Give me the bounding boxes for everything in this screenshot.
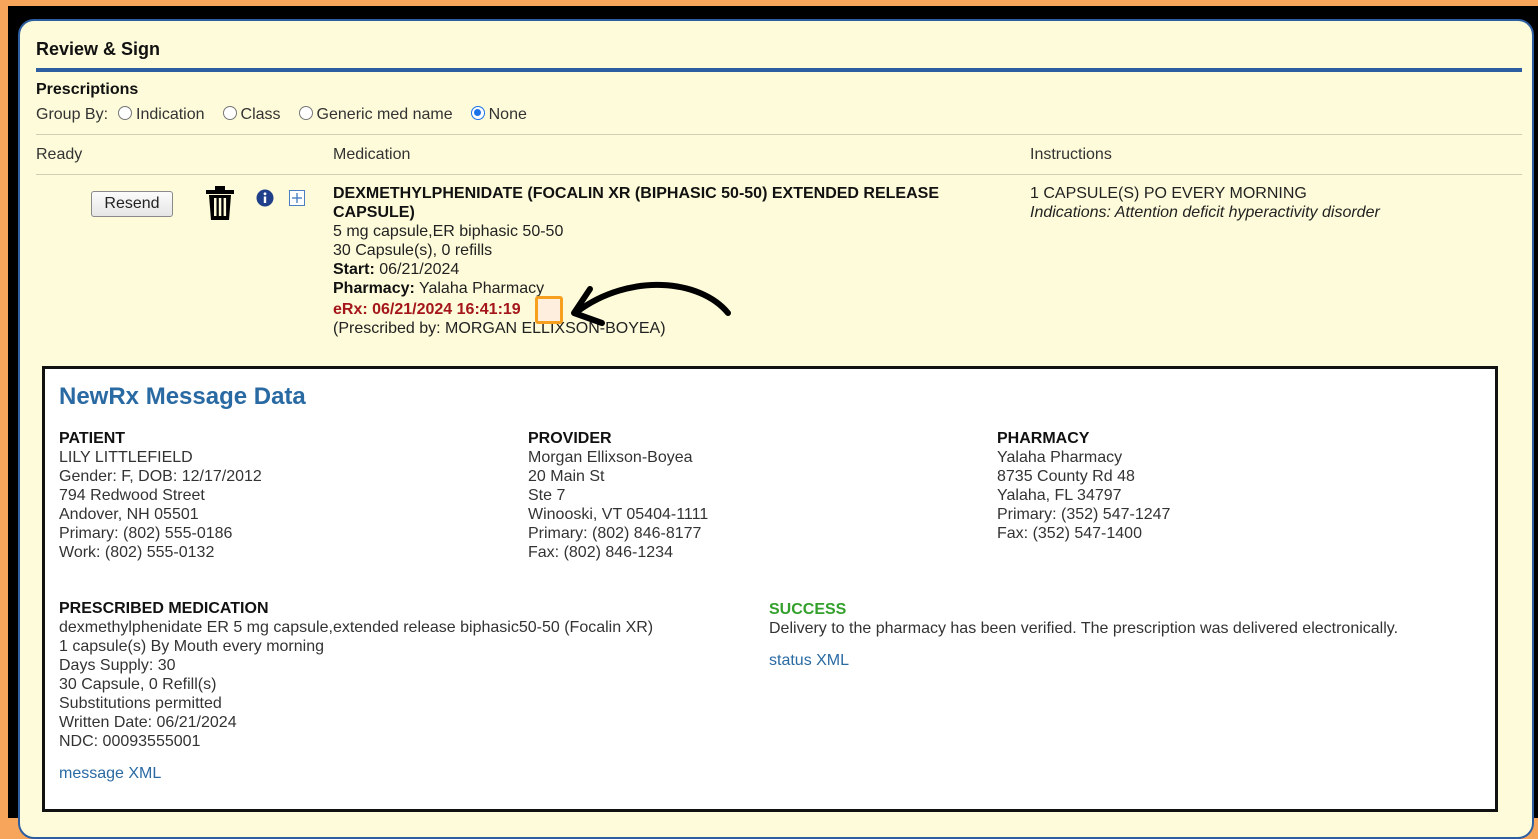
radio-class-label: Class <box>240 106 281 123</box>
prescribed-medication-block: PRESCRIBED MEDICATION dexmethylphenidate… <box>59 599 653 783</box>
trash-icon[interactable] <box>204 185 236 226</box>
provider-line: Primary: (802) 846-8177 <box>528 525 702 542</box>
status-xml-link[interactable]: status XML <box>769 651 1398 670</box>
patient-line: 794 Redwood Street <box>59 487 205 504</box>
pharmacy-line: 8735 County Rd 48 <box>997 468 1135 485</box>
pharmacy-line: Yalaha, FL 34797 <box>997 487 1122 504</box>
radio-generic-label: Generic med name <box>316 106 453 123</box>
prescribed-medication-line: dexmethylphenidate ER 5 mg capsule,exten… <box>59 619 654 636</box>
expand-icon[interactable] <box>289 190 305 211</box>
radio-indication-label: Indication <box>136 106 205 123</box>
radio-generic[interactable] <box>298 106 313 120</box>
resend-button[interactable]: Resend <box>91 191 173 217</box>
prescribed-medication-line: 1 capsule(s) By Mouth every morning <box>59 638 324 655</box>
panel-title: Review & Sign <box>36 39 161 59</box>
provider-line: Winooski, VT 05404-1111 <box>528 506 709 523</box>
col-header-medication: Medication <box>333 146 411 163</box>
review-sign-panel: Review & Sign Prescriptions Group By: In… <box>18 19 1534 839</box>
title-divider <box>36 68 1522 72</box>
success-heading: SUCCESS <box>769 601 847 618</box>
newrx-title: NewRx Message Data <box>59 383 306 410</box>
provider-block: PROVIDER Morgan Ellixson-Boyea 20 Main S… <box>528 429 708 562</box>
pharmacy-line: Fax: (352) 547-1400 <box>997 525 1142 542</box>
instructions-sig: 1 CAPSULE(S) PO EVERY MORNING <box>1030 185 1307 202</box>
patient-line: Primary: (802) 555-0186 <box>59 525 233 542</box>
header-bottom-rule <box>36 174 1522 175</box>
erx-detail-toggle-icon[interactable] <box>535 296 563 324</box>
message-xml-link[interactable]: message XML <box>59 764 653 783</box>
provider-line: 20 Main St <box>528 468 605 485</box>
col-header-instructions: Instructions <box>1030 146 1112 163</box>
annotation-arrow-icon <box>571 282 731 326</box>
patient-line: LILY LITTLEFIELD <box>59 449 193 466</box>
radio-none[interactable] <box>470 106 485 120</box>
newrx-message-box: NewRx Message Data PATIENT LILY LITTLEFI… <box>42 366 1498 812</box>
prescribed-medication-heading: PRESCRIBED MEDICATION <box>59 600 269 617</box>
prescribed-medication-line: Substitutions permitted <box>59 695 222 712</box>
patient-line: Andover, NH 05501 <box>59 506 199 523</box>
medication-quantity: 30 Capsule(s), 0 refills <box>333 242 493 259</box>
group-by-indication[interactable]: Indication <box>118 106 205 124</box>
group-by-generic[interactable]: Generic med name <box>298 106 453 124</box>
status-text: Delivery to the pharmacy has been verifi… <box>769 620 1399 637</box>
group-by-label: Group By: <box>36 106 109 123</box>
prescriptions-heading: Prescriptions <box>36 81 139 98</box>
group-by-row: Group By: Indication Class Generic med n… <box>36 106 535 124</box>
radio-indication[interactable] <box>118 106 133 120</box>
pharmacy-block: PHARMACY Yalaha Pharmacy 8735 County Rd … <box>997 429 1170 543</box>
group-by-none[interactable]: None <box>470 106 527 124</box>
provider-line: Morgan Ellixson-Boyea <box>528 449 693 466</box>
prescribed-medication-line: Days Supply: 30 <box>59 657 176 674</box>
pharmacy-heading: PHARMACY <box>997 430 1090 447</box>
instructions-indications: Indications: Attention deficit hyperacti… <box>1030 204 1380 221</box>
pharmacy-line: Primary: (352) 547-1247 <box>997 506 1171 523</box>
status-block: SUCCESS Delivery to the pharmacy has bee… <box>769 600 1398 670</box>
provider-line: Fax: (802) 846-1234 <box>528 544 673 561</box>
pharmacy-line: Yalaha Pharmacy <box>997 449 1123 466</box>
medication-form: 5 mg capsule,ER biphasic 50-50 <box>333 223 564 240</box>
header-top-rule <box>36 134 1522 135</box>
patient-block: PATIENT LILY LITTLEFIELD Gender: F, DOB:… <box>59 429 262 562</box>
radio-none-label: None <box>488 106 527 123</box>
prescribed-medication-line: 30 Capsule, 0 Refill(s) <box>59 676 217 693</box>
patient-line: Work: (802) 555-0132 <box>59 544 215 561</box>
prescribed-medication-line: NDC: 00093555001 <box>59 733 201 750</box>
medication-name: DEXMETHYLPHENIDATE (FOCALIN XR (BIPHASIC… <box>333 185 939 221</box>
info-icon[interactable] <box>256 189 274 212</box>
provider-line: Ste 7 <box>528 487 566 504</box>
instructions-cell: 1 CAPSULE(S) PO EVERY MORNING Indication… <box>1030 184 1380 222</box>
col-header-ready: Ready <box>36 146 83 163</box>
patient-heading: PATIENT <box>59 430 126 447</box>
provider-heading: PROVIDER <box>528 430 612 447</box>
radio-class[interactable] <box>222 106 237 120</box>
prescribed-medication-line: Written Date: 06/21/2024 <box>59 714 237 731</box>
group-by-class[interactable]: Class <box>222 106 281 124</box>
patient-line: Gender: F, DOB: 12/17/2012 <box>59 468 262 485</box>
